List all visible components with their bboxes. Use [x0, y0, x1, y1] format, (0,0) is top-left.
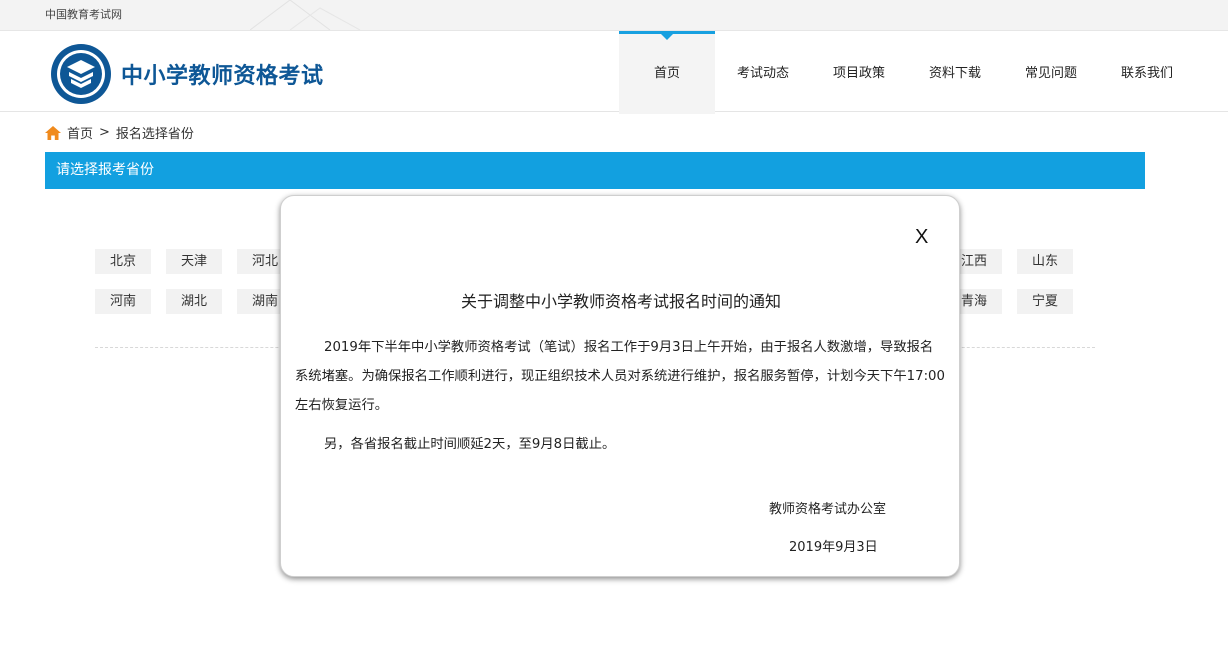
nav-exam-news[interactable]: 考试动态	[715, 31, 811, 111]
notice-paragraph-2: 另，各省报名截止时间顺延2天，至9月8日截止。	[324, 437, 616, 452]
site-name[interactable]: 中国教育考试网	[45, 6, 122, 22]
home-icon	[45, 125, 61, 140]
province-button[interactable]: 宁夏	[1017, 289, 1073, 314]
notice-modal: X 关于调整中小学教师资格考试报名时间的通知 2019年下半年中小学教师资格考试…	[280, 195, 960, 577]
site-header: 中小学教师资格考试 首页 考试动态 项目政策 资料下载 常见问题 联系我们	[0, 31, 1228, 114]
province-button[interactable]: 天津	[166, 249, 222, 274]
province-button[interactable]: 湖北	[166, 289, 222, 314]
brand-title[interactable]: 中小学教师资格考试	[121, 58, 324, 90]
logo-icon[interactable]	[50, 43, 112, 105]
notice-paragraph-1: 2019年下半年中小学教师资格考试（笔试）报名工作于9月3日上午开始，由于报名人…	[295, 340, 945, 413]
breadcrumb: 首页 > 报名选择省份	[45, 123, 194, 142]
breadcrumb-current: 报名选择省份	[115, 127, 194, 142]
nav-policy[interactable]: 项目政策	[811, 31, 907, 111]
notice-signature: 教师资格考试办公室	[769, 502, 887, 517]
province-button[interactable]: 山东	[1017, 249, 1073, 274]
nav-downloads[interactable]: 资料下载	[907, 31, 1003, 111]
notice-title: 关于调整中小学教师资格考试报名时间的通知	[460, 292, 781, 311]
decorative-lines	[250, 0, 361, 30]
section-header: 请选择报考省份	[45, 152, 1145, 189]
top-strip: 中国教育考试网	[0, 0, 1228, 31]
province-button[interactable]: 北京	[95, 249, 151, 274]
nav-home[interactable]: 首页	[619, 31, 715, 114]
main-nav: 首页 考试动态 项目政策 资料下载 常见问题 联系我们	[619, 31, 1195, 114]
nav-faq[interactable]: 常见问题	[1003, 31, 1099, 111]
close-button[interactable]: X	[915, 226, 928, 249]
breadcrumb-separator: >	[99, 125, 110, 140]
breadcrumb-home-link[interactable]: 首页	[67, 123, 93, 142]
notice-date: 2019年9月3日	[789, 540, 878, 555]
nav-contact[interactable]: 联系我们	[1099, 31, 1195, 111]
province-button[interactable]: 河南	[95, 289, 151, 314]
